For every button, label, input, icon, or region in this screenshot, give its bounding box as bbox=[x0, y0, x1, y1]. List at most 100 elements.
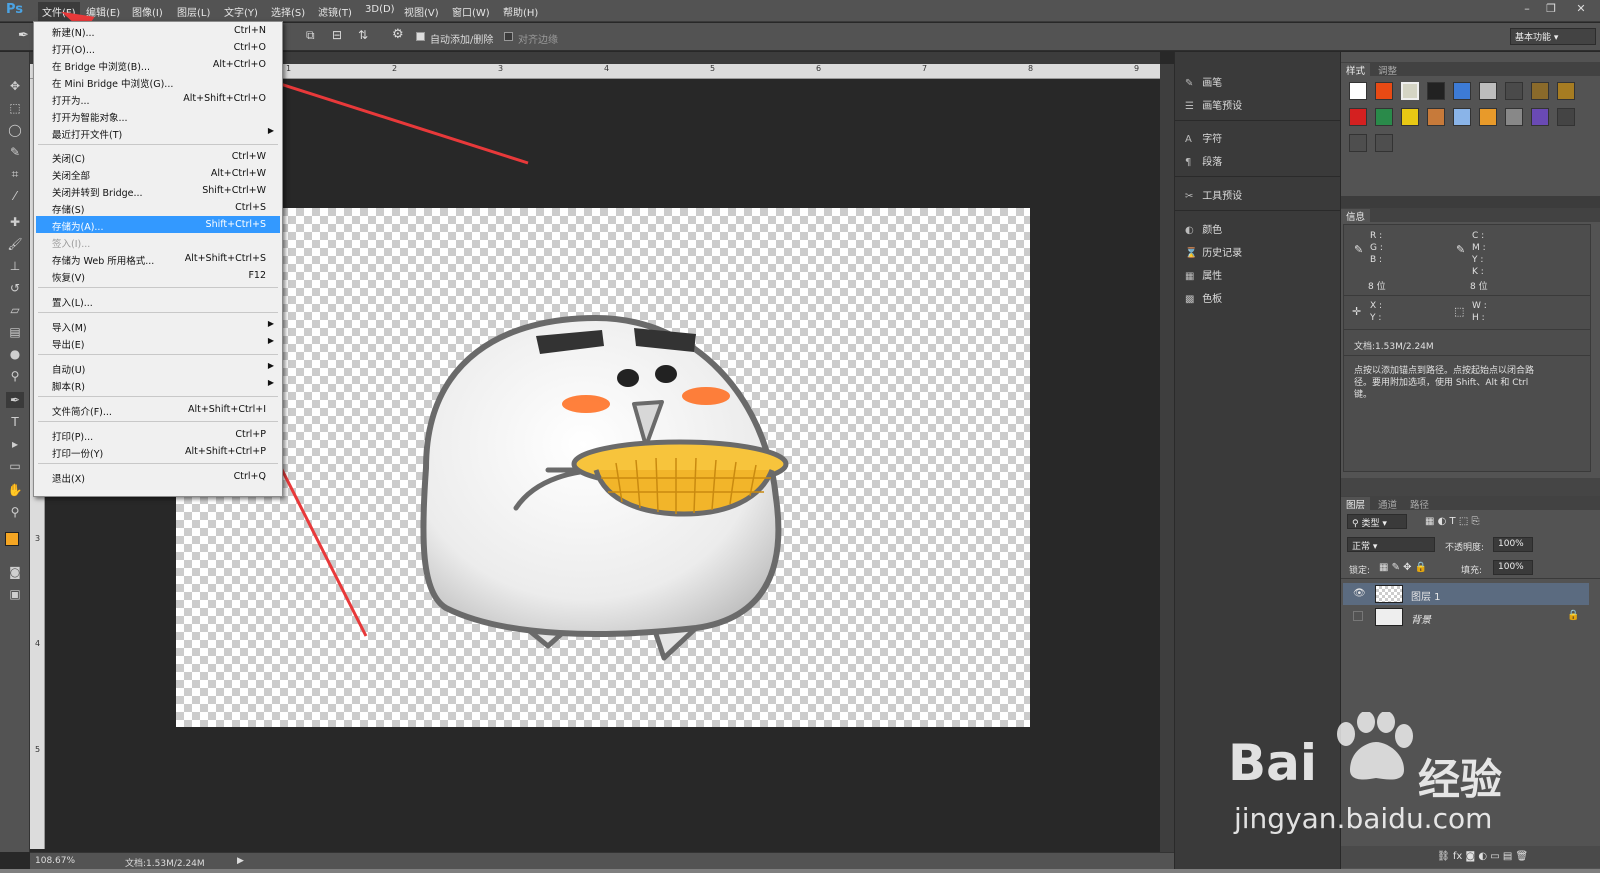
move-tool-icon[interactable]: ✥ bbox=[6, 78, 24, 94]
style-swatch[interactable] bbox=[1505, 82, 1523, 100]
crop-tool-icon[interactable]: ⌗ bbox=[6, 166, 24, 182]
tab-adjustments[interactable]: 调整 bbox=[1373, 63, 1402, 77]
menu-item-open-smart-object[interactable]: 打开为智能对象... bbox=[36, 107, 280, 124]
quick-mask-icon[interactable]: ◙ bbox=[6, 564, 24, 580]
visibility-toggle[interactable] bbox=[1353, 611, 1363, 621]
document-scrollbar[interactable] bbox=[1160, 64, 1174, 852]
menu-type[interactable]: 文字(Y) bbox=[224, 4, 258, 19]
lock-icons[interactable]: ▦ ✎ ✥ 🔒 bbox=[1379, 562, 1427, 573]
style-swatch[interactable] bbox=[1531, 82, 1549, 100]
menu-view[interactable]: 视图(V) bbox=[404, 4, 439, 19]
menu-item-save[interactable]: 存储(S) Ctrl+S bbox=[36, 199, 280, 216]
menu-item-export[interactable]: 导出(E) ▶ bbox=[36, 334, 280, 351]
history-brush-icon[interactable]: ↺ bbox=[6, 280, 24, 296]
restore-icon[interactable]: ❐ bbox=[1540, 2, 1562, 16]
dodge-tool-icon[interactable]: ⚲ bbox=[6, 368, 24, 384]
paragraph-panel-button[interactable]: ¶ 段落 bbox=[1185, 153, 1222, 171]
zoom-tool-icon[interactable]: ⚲ bbox=[6, 504, 24, 520]
menu-item-import[interactable]: 导入(M) ▶ bbox=[36, 317, 280, 334]
workspace-select[interactable]: 基本功能 ▾ bbox=[1510, 28, 1596, 45]
style-swatch[interactable] bbox=[1349, 134, 1367, 152]
tab-info[interactable]: 信息 bbox=[1341, 209, 1371, 223]
gradient-tool-icon[interactable]: ▤ bbox=[6, 324, 24, 340]
style-swatch[interactable] bbox=[1401, 108, 1419, 126]
style-swatch[interactable] bbox=[1557, 82, 1575, 100]
pen-tool-preset-icon[interactable]: ✒ bbox=[18, 28, 29, 43]
menu-image[interactable]: 图像(I) bbox=[132, 4, 163, 19]
lasso-tool-icon[interactable]: ◯ bbox=[6, 122, 24, 138]
pen-tool-icon[interactable]: ✒ bbox=[6, 392, 24, 408]
menu-item-scripts[interactable]: 脚本(R) ▶ bbox=[36, 376, 280, 393]
tab-channels[interactable]: 通道 bbox=[1373, 497, 1402, 511]
color-panel-button[interactable]: ◐ 颜色 bbox=[1185, 221, 1222, 239]
brush-presets-panel-button[interactable]: ☰ 画笔预设 bbox=[1185, 97, 1242, 115]
menu-item-save-as[interactable]: 存储为(A)... Shift+Ctrl+S bbox=[36, 216, 280, 233]
shape-tool-icon[interactable]: ▭ bbox=[6, 458, 24, 474]
path-alignment-icon[interactable]: ⊟ bbox=[332, 28, 342, 42]
layer-name[interactable]: 背景 bbox=[1411, 611, 1431, 626]
layer-name[interactable]: 图层 1 bbox=[1411, 588, 1441, 603]
menu-item-close[interactable]: 关闭(C) Ctrl+W bbox=[36, 148, 280, 165]
path-arrangement-icon[interactable]: ⇅ bbox=[358, 28, 368, 42]
fill-input[interactable]: 100% bbox=[1493, 560, 1533, 575]
menu-item-exit[interactable]: 退出(X) Ctrl+Q bbox=[36, 468, 280, 485]
quick-select-tool-icon[interactable]: ✎ bbox=[6, 144, 24, 160]
style-swatch[interactable] bbox=[1375, 108, 1393, 126]
tab-paths[interactable]: 路径 bbox=[1405, 497, 1434, 511]
menu-layer[interactable]: 图层(L) bbox=[177, 4, 210, 19]
close-icon[interactable]: ✕ bbox=[1570, 2, 1592, 16]
layer-row[interactable]: 背景 🔒 bbox=[1343, 606, 1589, 628]
clone-stamp-icon[interactable]: ⊥ bbox=[6, 258, 24, 274]
character-panel-button[interactable]: A 字符 bbox=[1185, 130, 1222, 148]
menu-item-recent-files[interactable]: 最近打开文件(T) ▶ bbox=[36, 124, 280, 141]
menu-3d[interactable]: 3D(D) bbox=[365, 4, 395, 15]
layer-filter-select[interactable]: ⚲ 类型 ▾ bbox=[1347, 514, 1407, 529]
layer-filter-icons[interactable]: ▦ ◐ T ⬚ ⎘ bbox=[1425, 516, 1479, 527]
status-menu-arrow-icon[interactable]: ▶ bbox=[237, 856, 244, 866]
style-swatch[interactable] bbox=[1557, 108, 1575, 126]
minimize-icon[interactable]: – bbox=[1516, 2, 1538, 16]
path-select-tool-icon[interactable]: ▸ bbox=[6, 436, 24, 452]
type-tool-icon[interactable]: T bbox=[6, 414, 24, 430]
style-swatch[interactable] bbox=[1349, 108, 1367, 126]
menu-item-print-one-copy[interactable]: 打印一份(Y) Alt+Shift+Ctrl+P bbox=[36, 443, 280, 460]
swatches-panel-button[interactable]: ▩ 色板 bbox=[1185, 290, 1222, 308]
hand-tool-icon[interactable]: ✋ bbox=[6, 482, 24, 498]
screen-mode-icon[interactable]: ▣ bbox=[6, 586, 24, 602]
auto-add-delete-checkbox[interactable] bbox=[416, 32, 425, 41]
style-swatch[interactable] bbox=[1427, 82, 1445, 100]
menu-item-file-info[interactable]: 文件简介(F)... Alt+Shift+Ctrl+I bbox=[36, 401, 280, 418]
menu-item-browse-bridge[interactable]: 在 Bridge 中浏览(B)... Alt+Ctrl+O bbox=[36, 56, 280, 73]
tab-layers[interactable]: 图层 bbox=[1341, 497, 1371, 511]
menu-filter[interactable]: 滤镜(T) bbox=[318, 4, 352, 19]
tool-presets-panel-button[interactable]: ✂ 工具预设 bbox=[1185, 187, 1242, 205]
menu-window[interactable]: 窗口(W) bbox=[452, 4, 490, 19]
layers-footer-icons[interactable]: ⛓ fx ◙ ◐ ▭ ▤ 🗑 bbox=[1437, 851, 1528, 862]
style-swatch[interactable] bbox=[1453, 108, 1471, 126]
marquee-tool-icon[interactable]: ⬚ bbox=[6, 100, 24, 116]
menu-item-save-for-web[interactable]: 存储为 Web 所用格式... Alt+Shift+Ctrl+S bbox=[36, 250, 280, 267]
eyedropper-tool-icon[interactable]: ⁄ bbox=[6, 188, 24, 204]
style-swatch[interactable] bbox=[1349, 82, 1367, 100]
align-edges-checkbox[interactable] bbox=[504, 32, 513, 41]
style-swatch[interactable] bbox=[1479, 82, 1497, 100]
style-swatch[interactable] bbox=[1453, 82, 1471, 100]
menu-item-revert[interactable]: 恢复(V) F12 bbox=[36, 267, 280, 284]
eraser-tool-icon[interactable]: ▱ bbox=[6, 302, 24, 318]
brush-panel-button[interactable]: ✎ 画笔 bbox=[1185, 74, 1222, 92]
history-panel-button[interactable]: ⌛ 历史记录 bbox=[1185, 244, 1242, 262]
menu-item-open[interactable]: 打开(O)... Ctrl+O bbox=[36, 39, 280, 56]
gear-icon[interactable]: ⚙ bbox=[392, 27, 404, 42]
menu-file[interactable]: 文件(F) bbox=[38, 2, 80, 21]
menu-item-open-as[interactable]: 打开为... Alt+Shift+Ctrl+O bbox=[36, 90, 280, 107]
style-swatch[interactable] bbox=[1505, 108, 1523, 126]
menu-item-close-go-bridge[interactable]: 关闭并转到 Bridge... Shift+Ctrl+W bbox=[36, 182, 280, 199]
menu-item-print[interactable]: 打印(P)... Ctrl+P bbox=[36, 426, 280, 443]
menu-item-place[interactable]: 置入(L)... bbox=[36, 292, 280, 309]
menu-item-new[interactable]: 新建(N)... Ctrl+N bbox=[36, 22, 280, 39]
menu-edit[interactable]: 编辑(E) bbox=[86, 4, 120, 19]
menu-item-close-all[interactable]: 关闭全部 Alt+Ctrl+W bbox=[36, 165, 280, 182]
style-swatch[interactable] bbox=[1375, 134, 1393, 152]
menu-item-browse-mini-bridge[interactable]: 在 Mini Bridge 中浏览(G)... bbox=[36, 73, 280, 90]
style-swatch[interactable] bbox=[1401, 82, 1419, 100]
